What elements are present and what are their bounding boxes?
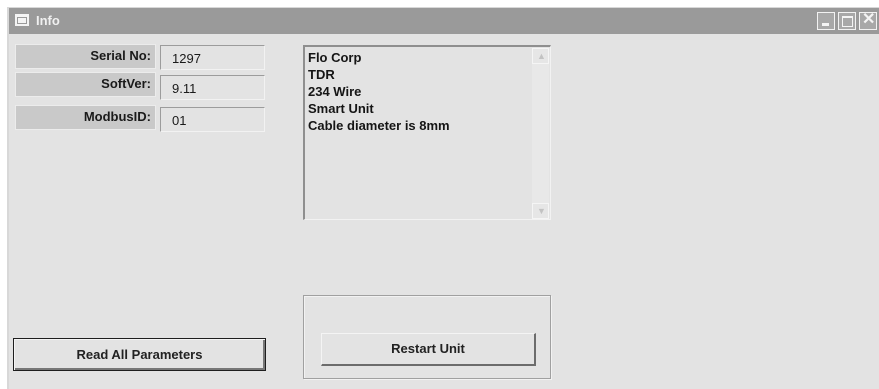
info-window: Info ✕ Serial No: 1297 SoftVer: 9.11 Mod… [7,7,879,389]
modbusid-field[interactable]: 01 [160,107,265,132]
maximize-button[interactable] [838,12,856,30]
modbusid-label: ModbusID: [15,105,156,130]
chevron-up-icon: ▲ [537,51,546,61]
info-textbox[interactable]: Flo Corp TDR 234 Wire Smart Unit Cable d… [303,45,551,220]
info-line: Flo Corp [308,50,362,65]
close-button[interactable]: ✕ [859,11,877,30]
minimize-icon [822,23,829,26]
info-line: TDR [308,67,335,82]
serial-no-field[interactable]: 1297 [160,45,265,70]
info-line: 234 Wire [308,84,362,99]
window-icon [15,14,30,27]
restart-unit-button[interactable]: Restart Unit [321,333,536,366]
serial-no-label: Serial No: [15,44,156,69]
title-bar[interactable]: Info ✕ [9,8,879,34]
softver-field[interactable]: 9.11 [160,75,265,100]
close-icon: ✕ [862,11,876,28]
minimize-button[interactable] [817,12,835,30]
info-line: Smart Unit [308,101,374,116]
scroll-up-button[interactable]: ▲ [532,48,549,64]
info-text: Flo Corp TDR 234 Wire Smart Unit Cable d… [308,49,450,134]
read-all-parameters-button[interactable]: Read All Parameters [13,338,266,371]
vertical-scrollbar[interactable]: ▲ ▼ [532,48,549,219]
chevron-down-icon: ▼ [537,206,546,216]
info-line: Cable diameter is 8mm [308,118,450,133]
maximize-icon [842,16,853,27]
softver-label: SoftVer: [15,72,156,97]
window-title: Info [36,13,60,28]
scroll-down-button[interactable]: ▼ [532,203,549,219]
